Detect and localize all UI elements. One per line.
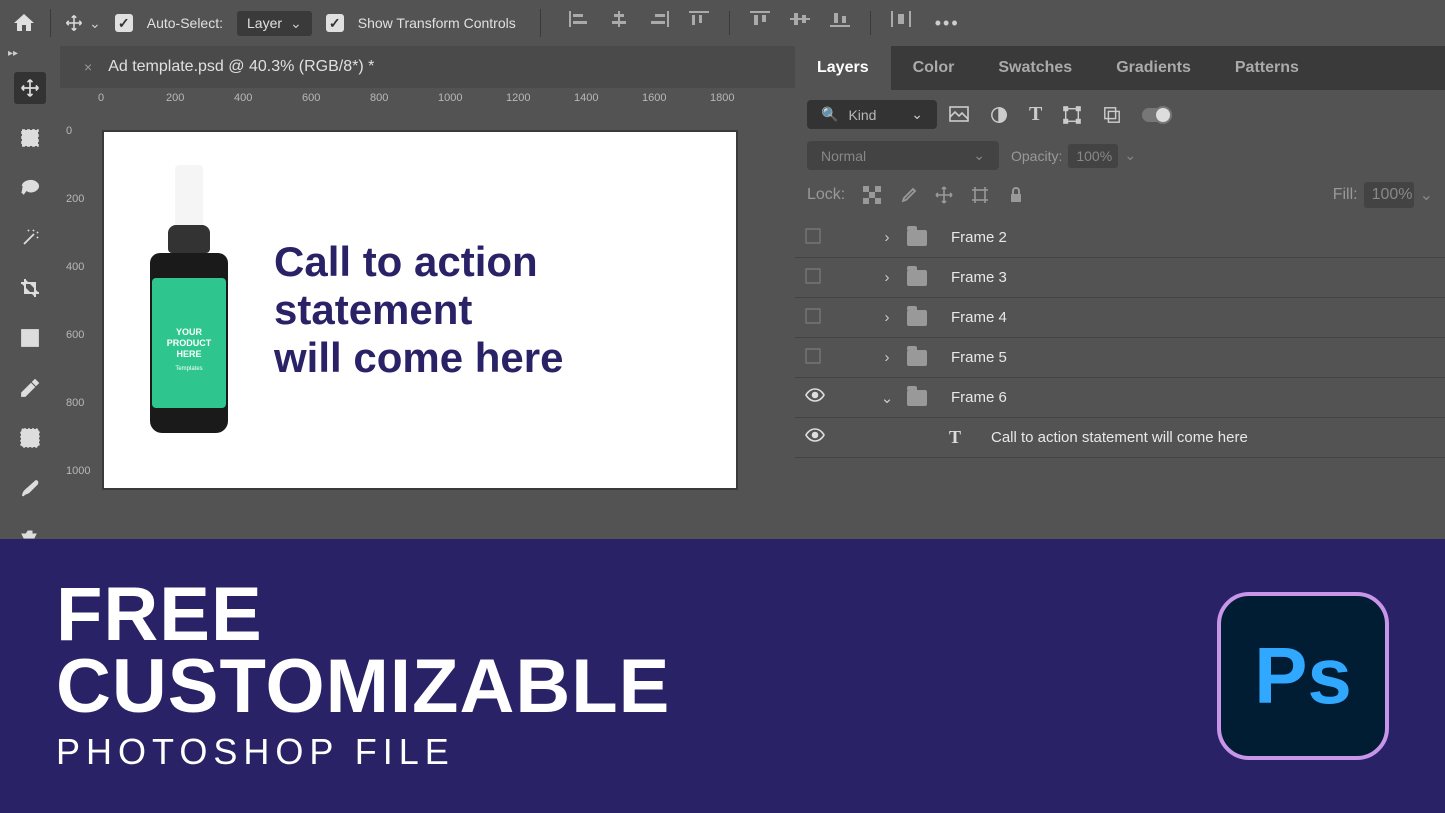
auto-select-label: Auto-Select: — [147, 15, 223, 31]
visibility-toggle[interactable] — [805, 228, 825, 248]
lock-transparent-icon[interactable] — [863, 186, 881, 204]
eyedropper-tool[interactable] — [14, 372, 46, 404]
lock-position-icon[interactable] — [935, 186, 953, 204]
spot-heal-tool[interactable] — [14, 422, 46, 454]
visibility-toggle[interactable] — [805, 308, 825, 328]
ruler-vertical[interactable]: 02004006008001000 — [60, 120, 92, 539]
opacity-label: Opacity: — [1011, 148, 1062, 164]
filter-adjustment-icon[interactable] — [989, 106, 1009, 124]
auto-select-dropdown[interactable]: Layer⌄ — [237, 11, 312, 36]
home-icon[interactable] — [12, 11, 36, 35]
text-layer-icon: T — [943, 426, 967, 450]
document-tab[interactable]: Ad template.psd @ 40.3% (RGB/8*) * — [108, 58, 374, 76]
chevron-icon[interactable]: › — [881, 229, 893, 246]
crop-tool[interactable] — [14, 272, 46, 304]
close-tab-icon[interactable]: × — [84, 59, 92, 75]
chevron-icon[interactable]: › — [881, 269, 893, 286]
lock-label: Lock: — [807, 186, 845, 204]
visibility-toggle[interactable] — [805, 348, 825, 368]
chevron-icon[interactable]: ⌄ — [881, 389, 893, 407]
panel-tabs: LayersColorSwatchesGradientsPatterns — [795, 46, 1445, 90]
align-vmid-icon[interactable] — [790, 11, 810, 27]
auto-select-checkbox[interactable] — [115, 14, 133, 32]
product-bottle: YOUR PRODUCT HERE Templates — [144, 165, 234, 455]
move-tool[interactable] — [14, 72, 46, 104]
panel-tab-gradients[interactable]: Gradients — [1094, 46, 1213, 90]
folder-icon — [907, 230, 927, 246]
folder-icon — [907, 270, 927, 286]
align-center-h-icon[interactable] — [609, 11, 629, 27]
folder-icon — [907, 390, 927, 406]
filter-text-icon[interactable]: T — [1029, 103, 1042, 126]
layer-name: Frame 6 — [951, 389, 1007, 406]
visibility-toggle[interactable] — [805, 428, 825, 448]
panel-tab-swatches[interactable]: Swatches — [976, 46, 1094, 90]
panel-tab-layers[interactable]: Layers — [795, 46, 891, 90]
collapse-toolbar-icon[interactable]: ▸▸ — [8, 48, 18, 59]
folder-icon — [907, 310, 927, 326]
visibility-toggle[interactable] — [805, 388, 825, 408]
distribute-icon[interactable] — [891, 11, 911, 27]
options-bar: ⌄ Auto-Select: Layer⌄ Show Transform Con… — [0, 0, 1445, 46]
toolbar — [0, 60, 60, 616]
fill-label: Fill: — [1333, 186, 1358, 204]
frame-tool[interactable] — [14, 322, 46, 354]
align-top-icon[interactable] — [689, 11, 709, 27]
layer-name: Call to action statement will come here — [991, 429, 1248, 446]
lasso-tool[interactable] — [14, 172, 46, 204]
marquee-tool[interactable] — [14, 122, 46, 154]
lock-artboard-icon[interactable] — [971, 186, 989, 204]
filter-smart-icon[interactable] — [1102, 106, 1122, 124]
align-vtop-icon[interactable] — [750, 11, 770, 27]
layer-row[interactable]: ⌄ Frame 6 — [795, 378, 1445, 418]
move-tool-icon[interactable]: ⌄ — [65, 14, 101, 32]
promo-banner: FREE CUSTOMIZABLE PHOTOSHOP FILE Ps — [0, 539, 1445, 813]
layer-list: › Frame 2 › Frame 3 › Frame 4 › Frame 5 ⌄ Frame 6… — [795, 218, 1445, 539]
filter-shape-icon[interactable] — [1062, 106, 1082, 124]
promo-line1: FREE — [56, 579, 670, 651]
fill-input[interactable]: 100% — [1364, 182, 1414, 208]
layer-row[interactable]: › Frame 2 — [795, 218, 1445, 258]
align-icon-group — [569, 11, 911, 35]
cta-text: Call to action statement will come here — [274, 238, 563, 383]
align-left-icon[interactable] — [569, 11, 589, 27]
layer-row[interactable]: › Frame 3 — [795, 258, 1445, 298]
filter-toggle[interactable] — [1142, 108, 1170, 122]
show-transform-label: Show Transform Controls — [358, 15, 516, 31]
chevron-icon[interactable]: › — [881, 349, 893, 366]
layer-row[interactable]: T Call to action statement will come here — [795, 418, 1445, 458]
layer-row[interactable]: › Frame 5 — [795, 338, 1445, 378]
folder-icon — [907, 350, 927, 366]
align-vbot-icon[interactable] — [830, 11, 850, 27]
opacity-input[interactable]: 100% — [1068, 144, 1118, 168]
show-transform-checkbox[interactable] — [326, 14, 344, 32]
promo-line3: PHOTOSHOP FILE — [56, 731, 670, 773]
layer-name: Frame 5 — [951, 349, 1007, 366]
chevron-icon[interactable]: › — [881, 309, 893, 326]
lock-all-icon[interactable] — [1007, 186, 1025, 204]
layer-name: Frame 2 — [951, 229, 1007, 246]
photoshop-logo: Ps — [1217, 592, 1389, 760]
canvas[interactable]: YOUR PRODUCT HERE Templates Call to acti… — [102, 130, 738, 490]
layer-filter-kind[interactable]: 🔍Kind⌄ — [807, 100, 937, 129]
promo-line2: CUSTOMIZABLE — [56, 651, 670, 723]
layer-name: Frame 3 — [951, 269, 1007, 286]
filter-pixel-icon[interactable] — [949, 106, 969, 124]
visibility-toggle[interactable] — [805, 268, 825, 288]
panel-tab-color[interactable]: Color — [891, 46, 977, 90]
brush-tool[interactable] — [14, 472, 46, 504]
lock-pixels-icon[interactable] — [899, 186, 917, 204]
align-right-icon[interactable] — [649, 11, 669, 27]
more-options-icon[interactable]: ••• — [935, 13, 960, 34]
panel-tab-patterns[interactable]: Patterns — [1213, 46, 1321, 90]
layer-name: Frame 4 — [951, 309, 1007, 326]
magic-wand-tool[interactable] — [14, 222, 46, 254]
blend-mode-dropdown[interactable]: Normal⌄ — [807, 141, 999, 170]
layer-row[interactable]: › Frame 4 — [795, 298, 1445, 338]
